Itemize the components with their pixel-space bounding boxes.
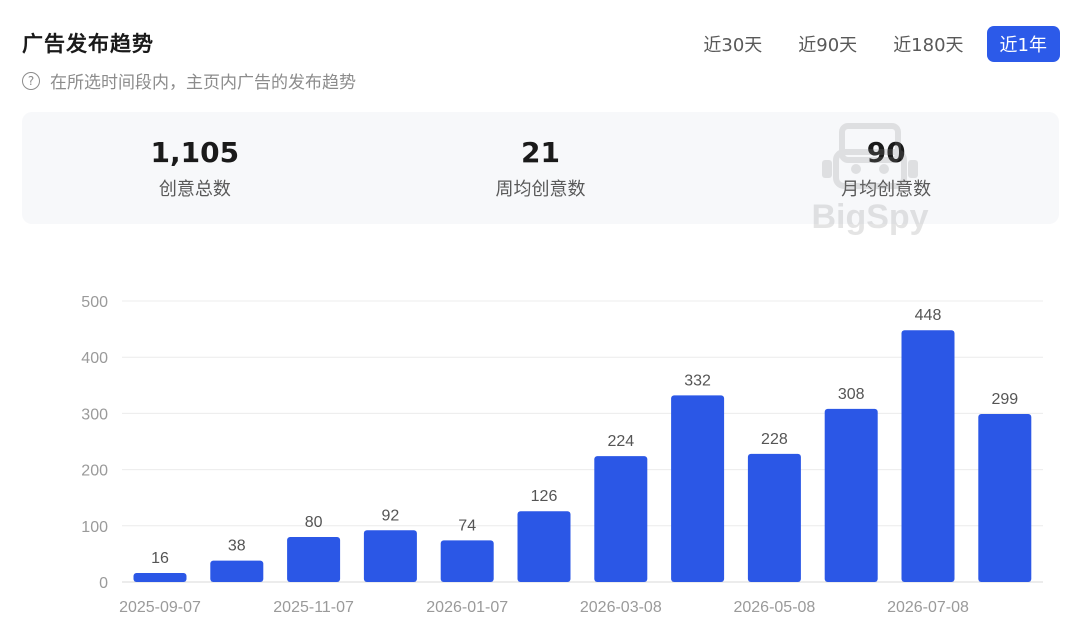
bigspy-watermark: BigSpy bbox=[800, 122, 940, 242]
bar-value-label: 308 bbox=[838, 386, 865, 403]
time-range-tabs: 近30天 近90天 近180天 近1年 bbox=[690, 26, 1060, 62]
bar bbox=[440, 540, 494, 582]
bar-value-label: 38 bbox=[228, 538, 246, 555]
bar-value-label: 92 bbox=[382, 507, 400, 524]
y-tick-label: 400 bbox=[81, 350, 108, 367]
bar-value-label: 126 bbox=[531, 488, 558, 505]
x-tick-label: 2026-03-08 bbox=[580, 599, 662, 616]
x-tick-label: 2025-09-07 bbox=[119, 599, 201, 616]
bar bbox=[747, 453, 801, 582]
bar bbox=[133, 573, 187, 582]
bar bbox=[287, 537, 341, 582]
bar bbox=[978, 413, 1032, 582]
bar-value-label: 299 bbox=[991, 391, 1018, 408]
x-tick-label: 2025-11-07 bbox=[273, 599, 354, 616]
y-tick-label: 500 bbox=[81, 294, 108, 311]
bar bbox=[901, 330, 955, 582]
y-tick-label: 100 bbox=[81, 519, 108, 536]
help-icon[interactable]: ? bbox=[22, 71, 40, 90]
trend-bar-chart: 0 100 200 300 400 500 16 38 80 92 74 126 224 332 228 30… bbox=[81, 294, 1043, 616]
stat-total-value: 1,105 bbox=[150, 135, 240, 169]
y-tick-label: 0 bbox=[99, 575, 108, 592]
chart-title: 广告发布趋势 bbox=[22, 32, 154, 56]
subtitle-text: 在所选时间段内，主页内广告的发布趋势 bbox=[50, 73, 356, 93]
bar-value-label: 80 bbox=[305, 514, 323, 531]
robot-logo-icon bbox=[822, 123, 918, 189]
bar bbox=[594, 456, 648, 582]
x-tick-label: 2026-07-08 bbox=[887, 599, 969, 616]
bar-value-label: 448 bbox=[915, 307, 942, 324]
tab-180-days[interactable]: 近180天 bbox=[880, 26, 976, 62]
x-tick-label: 2026-05-08 bbox=[733, 599, 815, 616]
stat-weekly: 21 周均创意数 bbox=[368, 112, 714, 224]
bar-value-label: 74 bbox=[458, 517, 476, 534]
stat-total: 1,105 创意总数 bbox=[22, 112, 368, 224]
bar bbox=[363, 530, 417, 582]
y-tick-label: 200 bbox=[81, 463, 108, 480]
y-tick-label: 300 bbox=[81, 406, 108, 423]
stat-total-label: 创意总数 bbox=[158, 178, 231, 200]
bar-value-label: 228 bbox=[761, 431, 788, 448]
bar bbox=[671, 395, 725, 582]
tab-1-year[interactable]: 近1年 bbox=[986, 26, 1060, 62]
chart-subtitle: ? 在所选时间段内，主页内广告的发布趋势 bbox=[22, 68, 356, 93]
watermark-text: BigSpy bbox=[811, 198, 929, 236]
tab-90-days[interactable]: 近90天 bbox=[785, 26, 870, 62]
bar bbox=[210, 560, 264, 582]
x-tick-label: 2026-01-07 bbox=[426, 599, 508, 616]
bar-value-label: 332 bbox=[684, 372, 711, 389]
bar-value-label: 16 bbox=[151, 550, 169, 567]
tab-30-days[interactable]: 近30天 bbox=[690, 26, 775, 62]
bar bbox=[517, 511, 571, 582]
stat-weekly-value: 21 bbox=[521, 135, 560, 169]
bar-value-label: 224 bbox=[607, 433, 634, 450]
stat-weekly-label: 周均创意数 bbox=[495, 178, 586, 200]
bar bbox=[824, 408, 878, 582]
